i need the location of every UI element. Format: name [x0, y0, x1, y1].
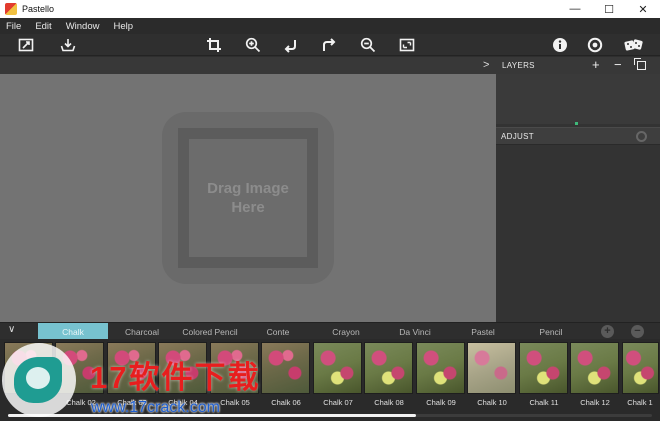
tab-pastel[interactable]: Pastel — [458, 323, 508, 340]
title-bar: Pastello — ☐ ✕ — [0, 0, 660, 18]
tab-conte[interactable]: Conte — [252, 323, 304, 340]
close-button[interactable]: ✕ — [626, 0, 660, 18]
window-controls: — ☐ ✕ — [558, 0, 660, 18]
menu-edit[interactable]: Edit — [35, 21, 51, 32]
preset-thumb[interactable] — [364, 342, 413, 394]
crop-icon[interactable] — [206, 37, 222, 53]
app-logo-icon — [5, 3, 17, 15]
tab-colored-pencil[interactable]: Colored Pencil — [175, 323, 245, 340]
preset-thumb[interactable] — [622, 342, 659, 394]
preset-label: Chalk 06 — [271, 398, 301, 407]
add-style-button[interactable]: + — [601, 325, 614, 338]
toolbar — [0, 34, 660, 56]
tab-chalk[interactable]: Chalk — [38, 323, 108, 340]
remove-layer-button[interactable]: − — [614, 57, 622, 72]
preset-thumb[interactable] — [261, 342, 310, 394]
adjust-header: ADJUST — [496, 127, 660, 145]
settings-icon[interactable] — [587, 37, 603, 53]
window-title: Pastello — [22, 4, 55, 14]
watermark-brand: 17软件下载 — [90, 360, 261, 395]
tab-da-vinci[interactable]: Da Vinci — [388, 323, 442, 340]
redo-icon[interactable] — [321, 37, 337, 53]
layer-resize-handle[interactable] — [575, 122, 578, 125]
toggle-styles-chevron-icon[interactable]: ∨ — [8, 324, 15, 335]
preset-label: Chalk 07 — [323, 398, 353, 407]
right-panel: ADJUST — [496, 74, 660, 322]
layers-title: LAYERS — [502, 61, 535, 70]
preset-thumb[interactable] — [519, 342, 568, 394]
tab-crayon[interactable]: Crayon — [320, 323, 372, 340]
image-canvas[interactable]: Drag Image Here — [0, 74, 496, 322]
menu-file[interactable]: File — [6, 21, 21, 32]
duplicate-layer-icon[interactable] — [634, 58, 646, 70]
tab-pencil[interactable]: Pencil — [526, 323, 576, 340]
watermark-dragon-logo — [2, 343, 76, 417]
preset-thumb[interactable] — [467, 342, 516, 394]
adjust-title: ADJUST — [501, 132, 534, 141]
save-image-icon[interactable] — [60, 37, 76, 53]
preset-label: Chalk 12 — [580, 398, 610, 407]
preset-thumb[interactable] — [313, 342, 362, 394]
watermark-url: www.17crack.com — [91, 399, 220, 416]
random-dice-icon[interactable] — [624, 37, 644, 53]
zoom-out-icon[interactable] — [360, 37, 376, 53]
style-categories-bar: ∨ Chalk Charcoal Colored Pencil Conte Cr… — [0, 322, 660, 340]
app-window: { "window": { "title": "Pastello", "cont… — [0, 0, 660, 421]
add-layer-button[interactable]: + — [592, 57, 600, 72]
collapse-panel-button[interactable]: > — [483, 59, 489, 71]
preset-label: Chalk 08 — [374, 398, 404, 407]
drop-frame: Drag Image Here — [178, 128, 318, 268]
info-icon[interactable] — [552, 37, 568, 53]
layers-list[interactable] — [496, 74, 660, 124]
zoom-in-icon[interactable] — [245, 37, 261, 53]
preset-label: Chalk 1 — [627, 398, 653, 407]
preset-label: Chalk 11 — [529, 398, 559, 407]
fit-screen-icon[interactable] — [399, 37, 415, 53]
menu-help[interactable]: Help — [113, 21, 133, 32]
drop-inner: Drag Image Here — [189, 139, 307, 257]
drop-zone[interactable]: Drag Image Here — [162, 112, 334, 284]
undo-icon[interactable] — [283, 37, 299, 53]
minimize-button[interactable]: — — [558, 0, 592, 18]
remove-style-button[interactable]: − — [631, 325, 644, 338]
maximize-button[interactable]: ☐ — [592, 0, 626, 18]
preset-label: Chalk 09 — [426, 398, 456, 407]
preset-thumb[interactable] — [570, 342, 619, 394]
menu-bar: File Edit Window Help — [0, 18, 660, 34]
menu-window[interactable]: Window — [66, 21, 100, 32]
preset-label: Chalk 10 — [477, 398, 507, 407]
panel-header: > LAYERS + − — [0, 57, 660, 74]
reset-adjust-icon[interactable] — [636, 131, 647, 142]
open-image-icon[interactable] — [18, 37, 34, 53]
preset-thumb[interactable] — [416, 342, 465, 394]
drag-image-placeholder: Drag Image Here — [207, 180, 289, 216]
tab-charcoal[interactable]: Charcoal — [112, 323, 172, 340]
